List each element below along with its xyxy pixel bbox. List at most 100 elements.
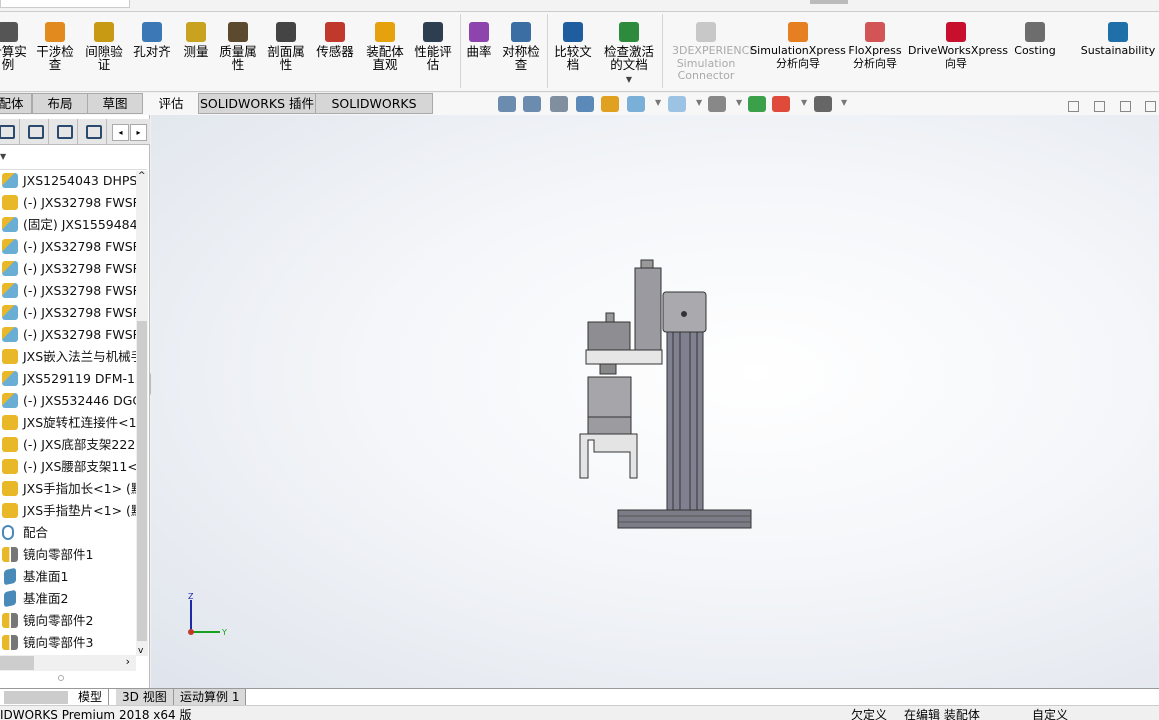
- ribbon-button-compare-documents[interactable]: 比较文档: [551, 12, 595, 90]
- tree-item[interactable]: (-) JXS532446 DGC-: [0, 390, 136, 412]
- ribbon-button-floxpress[interactable]: FloXpress 分析向导: [846, 12, 904, 90]
- tree-item[interactable]: (-) JXS32798 FWSR-: [0, 280, 136, 302]
- propertymanager-tab[interactable]: [21, 119, 49, 145]
- status-units[interactable]: 自定义: [1032, 706, 1068, 720]
- tree-item[interactable]: 基准面1: [0, 566, 136, 588]
- configurationmanager-tab[interactable]: [50, 119, 78, 145]
- ribbon-button-measure[interactable]: 测量: [176, 12, 216, 90]
- tab-scroll-arrows[interactable]: [4, 691, 68, 704]
- hide-show-items-icon[interactable]: [708, 96, 726, 112]
- tree-item[interactable]: JXS手指加长<1> (默: [0, 478, 136, 500]
- chevron-down-icon[interactable]: ▼: [0, 152, 6, 161]
- tree-horizontal-scrollbar[interactable]: ›: [0, 655, 136, 671]
- ribbon-button-costing[interactable]: Costing: [1010, 12, 1060, 90]
- ribbon-button-driveworksxpress[interactable]: DriveWorksXpress 向导: [908, 12, 1008, 90]
- chevron-down-icon[interactable]: ▼: [601, 73, 657, 86]
- chevron-down-icon[interactable]: ▼: [801, 98, 807, 107]
- ribbon-button-section-properties[interactable]: 剖面属性: [262, 12, 310, 90]
- tree-item[interactable]: JXS手指垫片<1> (默: [0, 500, 136, 522]
- chevron-down-icon[interactable]: ▼: [696, 98, 702, 107]
- apply-scene-icon[interactable]: [772, 96, 790, 112]
- tab-2[interactable]: 草图: [87, 93, 143, 114]
- ribbon-button-label: 剖面属性: [267, 44, 305, 72]
- dimxpert-tab[interactable]: [79, 119, 107, 145]
- tree-item[interactable]: (-) JXS32798 FWSR-: [0, 258, 136, 280]
- panel-grip-icon[interactable]: [58, 675, 64, 681]
- tree-item[interactable]: (-) JXS底部支架222<: [0, 434, 136, 456]
- display-style-icon[interactable]: [668, 96, 686, 112]
- ribbon-button-check-active-document[interactable]: 检查激活的文档 ▼: [601, 12, 657, 90]
- ribbon-button-assemblyxpert[interactable]: 装配体直观: [361, 12, 409, 90]
- tree-item[interactable]: (-) JXS32798 FWSR-: [0, 192, 136, 214]
- tree-item[interactable]: 镜向零部件2: [0, 610, 136, 632]
- graphics-area[interactable]: Z Y: [151, 115, 1159, 688]
- view-tab-2[interactable]: 运动算例 1: [174, 689, 247, 706]
- tree-filter[interactable]: ▼: [0, 146, 147, 170]
- ribbon-button-clearance-verification[interactable]: 间隙验证: [82, 12, 126, 90]
- ribbon-button-curvature[interactable]: 曲率: [463, 12, 495, 90]
- ribbon-button-sensor[interactable]: 传感器: [311, 12, 359, 90]
- tree-item[interactable]: 基准面2: [0, 588, 136, 610]
- chevron-down-icon[interactable]: ▼: [655, 98, 661, 107]
- tab-0[interactable]: 配体: [0, 93, 32, 114]
- ribbon-button-3dexperience[interactable]: 3DEXPERIENCE Simulation Connector: [672, 12, 756, 90]
- tree-item[interactable]: (-) JXS腰部支架11<: [0, 456, 136, 478]
- tree-item[interactable]: 配合: [0, 522, 136, 544]
- ribbon-button-interference-check[interactable]: 干涉检查: [32, 12, 78, 90]
- minimize-icon[interactable]: [1120, 101, 1131, 112]
- dynamic-annotation-icon[interactable]: [601, 96, 619, 112]
- tab-scroll-left-icon[interactable]: ◂: [112, 124, 129, 141]
- tree-item[interactable]: JXS旋转杠连接件<1:: [0, 412, 136, 434]
- tree-item[interactable]: (-) JXS32798 FWSR-: [0, 302, 136, 324]
- scroll-thumb[interactable]: [0, 656, 34, 670]
- tile-left-icon[interactable]: [1068, 101, 1079, 112]
- ribbon-button-simulationxpress[interactable]: SimulationXpress 分析向导: [750, 12, 846, 90]
- tree-item[interactable]: 镜向零部件1: [0, 544, 136, 566]
- tree-item[interactable]: (-) JXS32798 FWSR-: [0, 324, 136, 346]
- featuremanager-tab[interactable]: [0, 119, 20, 145]
- tile-right-icon[interactable]: [1094, 101, 1105, 112]
- sensor-icon: [325, 22, 345, 42]
- scroll-down-icon[interactable]: v: [138, 646, 143, 656]
- ribbon-button-symmetry-check[interactable]: 对称检查: [500, 12, 542, 90]
- tree-vertical-scrollbar[interactable]: ^ v: [136, 171, 148, 656]
- section-view-icon[interactable]: [576, 96, 594, 112]
- section-properties-icon: [276, 22, 296, 42]
- tab-3[interactable]: 评估: [143, 93, 199, 114]
- tree-item-label: JXS1254043 DHPS-: [23, 173, 136, 188]
- tree-item[interactable]: JXS529119 DFM-12: [0, 368, 136, 390]
- view-tab-1[interactable]: 3D 视图: [116, 689, 174, 706]
- restore-icon[interactable]: [1145, 101, 1156, 112]
- chevron-down-icon[interactable]: ▼: [841, 98, 847, 107]
- tree-item[interactable]: 镜向零部件3: [0, 632, 136, 651]
- ribbon-button-calc-instance[interactable]: 计算实例: [0, 12, 28, 90]
- tree-item[interactable]: (-) JXS32798 FWSR-: [0, 236, 136, 258]
- window-title-strip: [0, 0, 1159, 12]
- tree-item[interactable]: (固定) JXS1559484 I: [0, 214, 136, 236]
- ribbon-button-sustainability[interactable]: Sustainability: [1078, 12, 1158, 90]
- view-orientation-icon[interactable]: [627, 96, 645, 112]
- ribbon-button-performance-evaluation[interactable]: 性能评估: [410, 12, 456, 90]
- scroll-thumb[interactable]: [137, 321, 147, 641]
- tree-item[interactable]: JXS1254043 DHPS-: [0, 171, 136, 192]
- tab-1[interactable]: 布局: [32, 93, 88, 114]
- tree-item[interactable]: JXS嵌入法兰与机械手: [0, 346, 136, 368]
- ribbon-button-mass-properties[interactable]: 质量属性: [214, 12, 262, 90]
- ribbon-button-label: 计算实例: [0, 44, 27, 72]
- previous-view-icon[interactable]: [550, 96, 568, 112]
- tab-5[interactable]: SOLIDWORKS MBD: [315, 93, 433, 131]
- tab-4[interactable]: SOLIDWORKS 插件: [198, 93, 316, 114]
- feature-tree: JXS1254043 DHPS- (-) JXS32798 FWSR- (固定) J…: [0, 171, 136, 651]
- zoom-to-area-icon[interactable]: [523, 96, 541, 112]
- zoom-to-fit-icon[interactable]: [498, 96, 516, 112]
- edit-appearance-icon[interactable]: [748, 96, 766, 112]
- title-scroll-thumb[interactable]: [810, 0, 848, 4]
- scroll-right-icon[interactable]: ›: [126, 655, 130, 668]
- view-tab-0[interactable]: 模型: [72, 689, 110, 706]
- ribbon-button-hole-alignment[interactable]: 孔对齐: [128, 12, 176, 90]
- view-settings-icon[interactable]: [814, 96, 832, 112]
- chevron-down-icon[interactable]: ▼: [736, 98, 742, 107]
- tab-scroll-right-icon[interactable]: ▸: [130, 124, 147, 141]
- scroll-up-icon[interactable]: ^: [138, 171, 146, 181]
- ribbon-button-label: 干涉检查: [36, 44, 74, 72]
